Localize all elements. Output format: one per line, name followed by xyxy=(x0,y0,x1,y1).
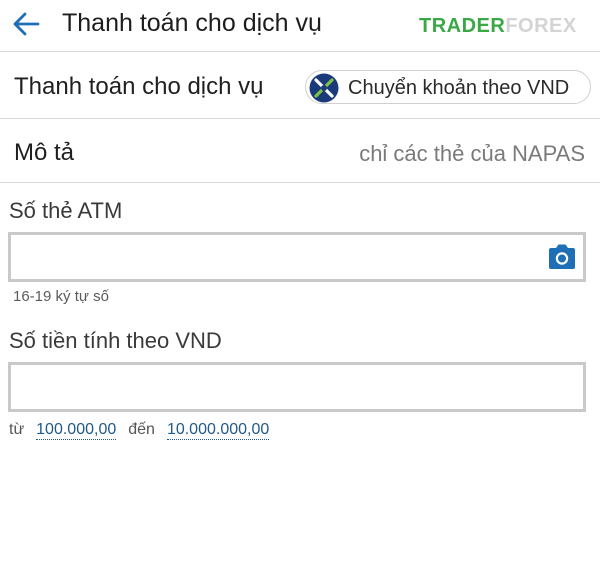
watermark-logo: TRADERFOREX xyxy=(419,14,577,38)
service-selector[interactable]: Chuyển khoản theo VND xyxy=(305,70,591,104)
back-button[interactable] xyxy=(10,8,42,40)
range-to-word: đến xyxy=(128,421,155,438)
card-number-input[interactable] xyxy=(19,241,543,275)
watermark-text-secondary: FOREX xyxy=(505,15,577,37)
range-from-word: từ xyxy=(9,421,25,438)
amount-range: từ 100.000,00 đến 10.000.000,00 xyxy=(9,420,270,440)
selected-service-label: Chuyển khoản theo VND xyxy=(348,77,570,99)
napas-logo-icon xyxy=(309,73,339,103)
description-value: chỉ các thẻ của NAPAS xyxy=(359,141,585,166)
description-row: Mô tả chỉ các thẻ của NAPAS xyxy=(0,119,600,183)
service-label: Thanh toán cho dịch vụ xyxy=(14,73,264,100)
amount-input[interactable] xyxy=(19,371,543,405)
arrow-left-icon xyxy=(13,12,40,36)
page-title: Thanh toán cho dịch vụ xyxy=(62,9,322,37)
card-number-hint: 16-19 ký tự số xyxy=(13,288,109,305)
range-max-link[interactable]: 10.000.000,00 xyxy=(166,421,270,440)
description-label: Mô tả xyxy=(14,139,75,166)
amount-label: Số tiền tính theo VND xyxy=(9,328,222,353)
service-row: Thanh toán cho dịch vụ Chuyển khoản theo… xyxy=(0,52,600,119)
amount-field[interactable] xyxy=(8,362,586,412)
payment-screen: Thanh toán cho dịch vụ TRADERFOREX Thanh… xyxy=(0,0,600,581)
scan-card-button[interactable] xyxy=(546,242,578,272)
watermark-text-primary: TRADER xyxy=(419,15,506,37)
card-number-field[interactable] xyxy=(8,232,586,282)
card-number-label: Số thẻ ATM xyxy=(9,198,123,223)
app-header: Thanh toán cho dịch vụ TRADERFOREX xyxy=(0,0,600,52)
range-min-link[interactable]: 100.000,00 xyxy=(36,421,117,440)
camera-icon xyxy=(549,244,575,269)
